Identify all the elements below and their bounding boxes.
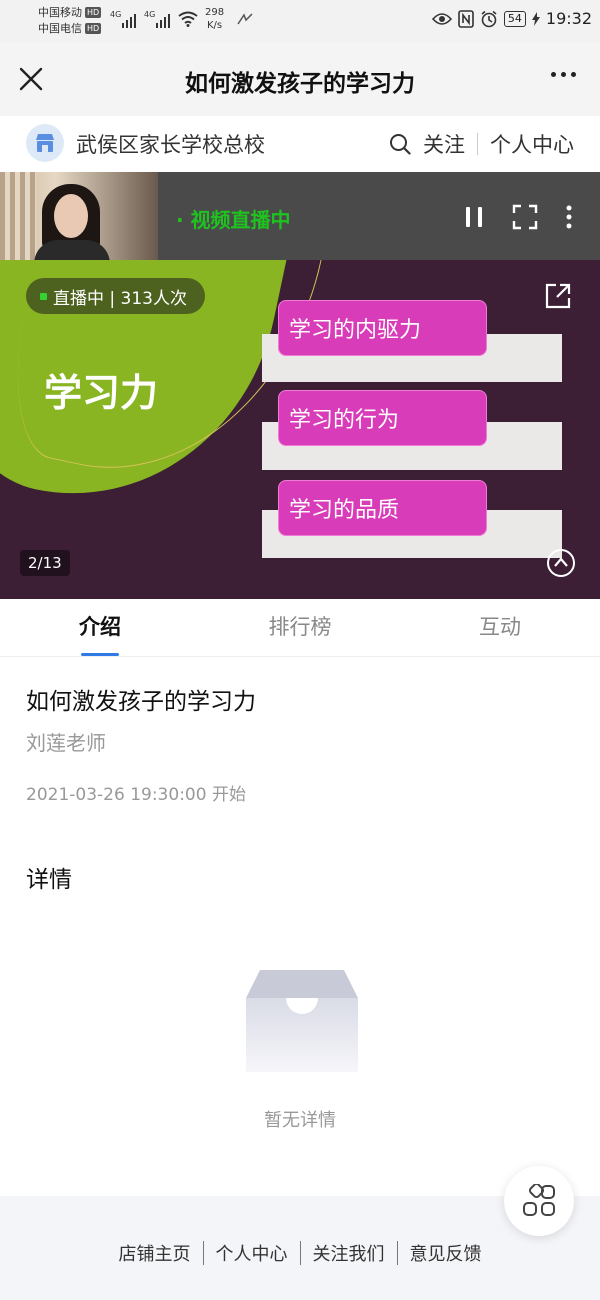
status-bar: 中国移动 HD 中国电信 HD 4G 4G 298 K/s 54 19:32 xyxy=(0,0,600,42)
shop-bar: 武侯区家长学校总校 关注 个人中心 xyxy=(0,116,600,172)
grid-menu-icon xyxy=(523,1184,555,1216)
personal-center-link[interactable]: 个人中心 xyxy=(490,129,574,159)
more-icon[interactable] xyxy=(551,72,576,77)
divider xyxy=(477,133,478,155)
signal-icon xyxy=(156,12,170,28)
footer-link-personal-center[interactable]: 个人中心 xyxy=(216,1240,288,1266)
battery-indicator: 54 xyxy=(503,10,526,27)
carrier-1: 中国移动 xyxy=(38,6,82,19)
collapse-icon[interactable] xyxy=(546,548,576,578)
floating-menu-button[interactable] xyxy=(504,1166,574,1236)
search-icon xyxy=(390,134,411,155)
live-status-label: · 视频直播中 xyxy=(176,208,291,232)
hd-badge: HD xyxy=(85,7,102,18)
speed-value: 298 xyxy=(205,7,225,18)
alarm-icon xyxy=(481,10,497,27)
slide-item: 学习的行为 xyxy=(278,390,487,446)
page-title: 如何激发孩子的学习力 xyxy=(185,71,415,97)
video-controls xyxy=(464,204,572,230)
shop-actions: 关注 个人中心 xyxy=(389,129,574,159)
divider xyxy=(299,1241,301,1265)
network-type-2: 4G xyxy=(144,10,156,19)
slide-item: 学习的品质 xyxy=(278,480,487,536)
shop-logo-icon[interactable] xyxy=(26,124,64,162)
shop-name[interactable]: 武侯区家长学校总校 xyxy=(76,129,265,159)
carrier-2: 中国电信 xyxy=(38,22,82,35)
slide-page-indicator: 2/13 xyxy=(20,550,70,576)
video-player[interactable]: · 视频直播中 直播中 | 313人次 学习力 学习的内驱力 学习的行为 学习的… xyxy=(0,172,600,599)
presenter-camera xyxy=(0,172,158,260)
footer-link-shop-home[interactable]: 店铺主页 xyxy=(119,1240,191,1266)
footer-links: 店铺主页 个人中心 关注我们 意见反馈 xyxy=(0,1240,600,1266)
fullscreen-icon[interactable] xyxy=(512,204,538,230)
footer-link-feedback[interactable]: 意见反馈 xyxy=(410,1240,482,1266)
presentation-slide: 直播中 | 313人次 学习力 学习的内驱力 学习的行为 学习的品质 2/13 xyxy=(0,260,600,599)
empty-box-icon xyxy=(246,970,358,1072)
tab-intro[interactable]: 介绍 xyxy=(0,599,200,656)
teacher-name: 刘莲老师 xyxy=(26,731,106,755)
kebab-icon[interactable] xyxy=(566,205,572,229)
wifi-icon xyxy=(178,11,198,27)
hd-voice-icon xyxy=(237,13,253,25)
viewer-count-badge: 直播中 | 313人次 xyxy=(26,278,205,314)
follow-button[interactable]: 关注 xyxy=(423,129,465,159)
charging-icon xyxy=(531,11,540,26)
divider xyxy=(202,1241,204,1265)
speed-unit: K/s xyxy=(206,20,223,31)
tab-ranking[interactable]: 排行榜 xyxy=(200,599,400,656)
hd-badge: HD xyxy=(85,23,102,34)
divider xyxy=(396,1241,398,1265)
slide-title: 学习力 xyxy=(44,371,159,415)
nav-bar: 如何激发孩子的学习力 xyxy=(0,42,600,116)
status-right: 54 19:32 xyxy=(431,9,592,28)
video-control-bar: · 视频直播中 xyxy=(0,172,600,260)
tab-bar: 介绍 排行榜 互动 xyxy=(0,599,600,657)
details-heading: 详情 xyxy=(26,867,72,893)
nfc-icon xyxy=(458,9,474,28)
eye-icon xyxy=(431,12,452,25)
live-dot xyxy=(40,292,47,300)
network-type-1: 4G xyxy=(110,10,122,19)
clock-time: 19:32 xyxy=(545,9,592,28)
course-title: 如何激发孩子的学习力 xyxy=(26,689,256,715)
start-time: 2021-03-26 19:30:00 开始 xyxy=(26,785,246,805)
viewer-count: 直播中 | 313人次 xyxy=(53,288,187,309)
empty-state-text: 暂无详情 xyxy=(264,1110,336,1131)
pause-icon[interactable] xyxy=(464,205,484,229)
tab-interaction[interactable]: 互动 xyxy=(400,599,600,656)
footer-link-follow-us[interactable]: 关注我们 xyxy=(313,1240,385,1266)
signal-icon xyxy=(122,12,136,28)
slide-item: 学习的内驱力 xyxy=(278,300,487,356)
carrier-info: 中国移动 HD 中国电信 HD xyxy=(38,5,102,37)
network-speed: 298 K/s xyxy=(205,6,224,32)
share-icon[interactable] xyxy=(544,282,572,310)
